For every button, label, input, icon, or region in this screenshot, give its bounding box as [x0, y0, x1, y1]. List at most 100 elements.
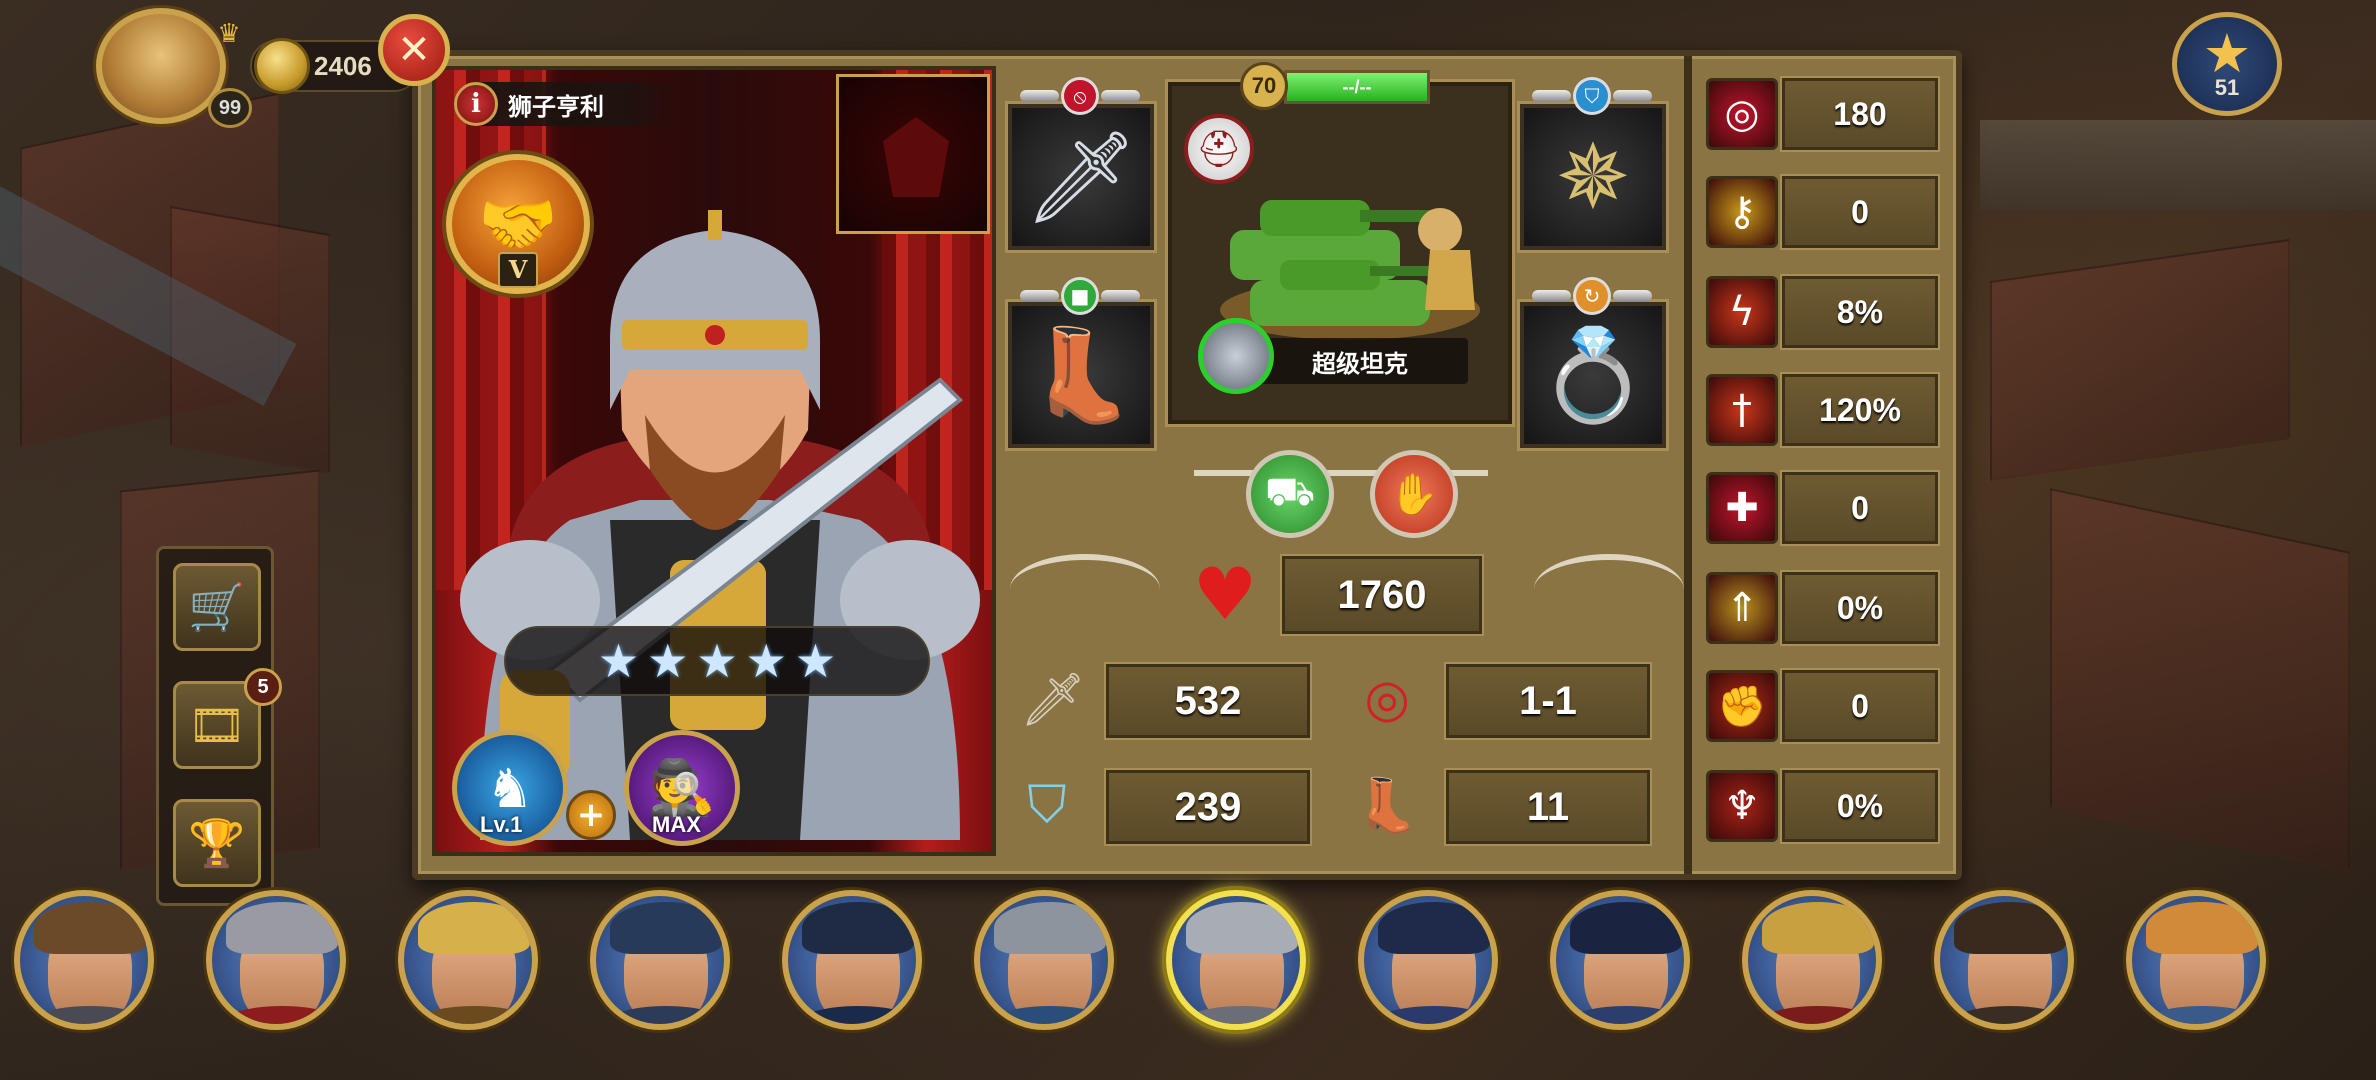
- attack-skill-button[interactable]: ✋: [1370, 450, 1458, 538]
- banner-flag[interactable]: [836, 74, 990, 234]
- key-icon: ⚷: [1706, 176, 1778, 248]
- background-roof: [2050, 488, 2350, 872]
- move-value: 11: [1446, 770, 1650, 844]
- hero-roster-item[interactable]: [206, 890, 346, 1030]
- film-icon: 🎞: [187, 697, 247, 752]
- trophy-icon: 🏆: [188, 815, 246, 870]
- star-icon: ★: [647, 634, 689, 688]
- compass-slot[interactable]: ✵: [1520, 104, 1666, 250]
- defense-value: 239: [1106, 770, 1310, 844]
- star-icon: ★: [597, 634, 640, 688]
- rank-up-icon: ⇑: [1706, 572, 1778, 644]
- hero-headgear: [1762, 902, 1874, 954]
- sword-icon: 🗡: [1023, 124, 1139, 230]
- secondary-stat-value: 0: [1782, 670, 1938, 742]
- horse-icon: ♞: [485, 756, 535, 820]
- weapon-slot[interactable]: 🗡: [1008, 104, 1154, 250]
- ornament-left: [1010, 554, 1160, 624]
- heart-icon: ♥: [1192, 552, 1258, 636]
- crown-icon: ♛: [217, 19, 241, 49]
- secondary-stat-value: 8%: [1782, 276, 1938, 348]
- hero-headgear: [1378, 902, 1490, 954]
- armor-slot-wing: ⛉: [1532, 76, 1652, 116]
- background-wall: [1980, 120, 2376, 210]
- hero-roster-item[interactable]: [1358, 890, 1498, 1030]
- ring-slot[interactable]: 💍: [1520, 302, 1666, 448]
- info-icon[interactable]: i: [454, 82, 498, 126]
- secondary-stat-value: 0: [1782, 176, 1938, 248]
- tank-name: 超级坦克: [1312, 349, 1408, 378]
- hero-headgear: [34, 902, 146, 954]
- tank-icon: ⛟: [1264, 468, 1316, 515]
- shield-gem-icon: ⛉: [1573, 77, 1611, 115]
- hero-headgear: [1954, 902, 2066, 954]
- plus-icon: +: [576, 795, 606, 835]
- attack-value: 532: [1106, 664, 1310, 738]
- star-icon: ★: [2202, 22, 2252, 85]
- star-rating-button[interactable]: ★ 51: [2172, 12, 2282, 116]
- hand-icon: ✋: [1389, 471, 1439, 518]
- spy-icon: 🕵: [648, 756, 716, 819]
- boots-slot-wing: ■: [1020, 276, 1140, 316]
- target-icon: ◎: [1364, 669, 1410, 729]
- coin-icon: [254, 38, 310, 94]
- hero-roster-item[interactable]: [398, 890, 538, 1030]
- notification-badge: 5: [244, 668, 282, 706]
- hp-value: 1760: [1282, 556, 1482, 634]
- hero-roster-item[interactable]: [1166, 890, 1306, 1030]
- trophy-button[interactable]: 🏆: [173, 799, 261, 887]
- secondary-stat-value: 0%: [1782, 572, 1938, 644]
- skill-upgrade-button[interactable]: +: [566, 790, 616, 840]
- hero-roster-item[interactable]: [974, 890, 1114, 1030]
- star-icon: ★: [696, 634, 738, 688]
- ring-icon: 💍: [1536, 322, 1650, 428]
- hero-name: 狮子亨利: [508, 92, 604, 121]
- boots-icon: 👢: [1024, 322, 1138, 428]
- cart-icon: 🛒: [188, 579, 246, 634]
- hero-headgear: [2146, 902, 2258, 954]
- ring-slot-wing: ↻: [1532, 276, 1652, 316]
- crosshair-icon: ◎: [1706, 78, 1778, 150]
- refresh-icon: ↻: [1573, 277, 1611, 315]
- secondary-stat-value: 0%: [1782, 770, 1938, 842]
- hero-headgear: [418, 902, 530, 954]
- sword-fire-icon: †: [1706, 374, 1778, 446]
- compass-icon: ✵: [1555, 124, 1631, 230]
- hero-headgear: [610, 902, 722, 954]
- lightning-icon: ϟ: [1706, 276, 1778, 348]
- shop-cart-button[interactable]: 🛒: [173, 563, 261, 651]
- boot-icon: 👢: [1354, 775, 1420, 836]
- hero-roster-item[interactable]: [590, 890, 730, 1030]
- medical-cross-icon: ✚: [1706, 472, 1778, 544]
- star-count: 51: [2214, 75, 2240, 100]
- hero-name-bar: i 狮子亨利: [454, 82, 684, 126]
- sword-icon: 🗡: [1019, 669, 1086, 730]
- hero-headgear: [226, 902, 338, 954]
- background-roof: [1990, 238, 2290, 482]
- hero-roster-item[interactable]: [2126, 890, 2266, 1030]
- player-avatar[interactable]: [96, 8, 226, 124]
- weapon-slot-wing: ⦸: [1020, 76, 1140, 116]
- star-icon: ★: [794, 634, 837, 688]
- tank-commander-avatar[interactable]: [1198, 318, 1274, 394]
- handshake-icon: 🤝: [478, 187, 558, 262]
- close-icon: ✕: [397, 27, 431, 73]
- skill1-level: Lv.1: [480, 812, 523, 837]
- secondary-stat-value: 180: [1782, 78, 1938, 150]
- close-button[interactable]: ✕: [378, 14, 450, 86]
- skill2-level: MAX: [652, 812, 701, 837]
- tank-exp-text: --/--: [1342, 76, 1372, 97]
- hero-roster-item[interactable]: [1742, 890, 1882, 1030]
- tank-unit-button[interactable]: ⛟: [1246, 450, 1334, 538]
- tank-illustration: [1220, 200, 1480, 340]
- shield-icon: ⛉: [1027, 774, 1067, 835]
- hero-roster-item[interactable]: [1550, 890, 1690, 1030]
- tank-exp-bar: --/--: [1284, 70, 1430, 104]
- range-value: 1-1: [1446, 664, 1650, 738]
- side-menu: 🛒 🎞 🏆: [156, 546, 274, 906]
- hero-roster-item[interactable]: [1934, 890, 2074, 1030]
- player-level: 99: [208, 88, 252, 128]
- hero-roster-item[interactable]: [782, 890, 922, 1030]
- boots-slot[interactable]: 👢: [1008, 302, 1154, 448]
- hero-roster-item[interactable]: [14, 890, 154, 1030]
